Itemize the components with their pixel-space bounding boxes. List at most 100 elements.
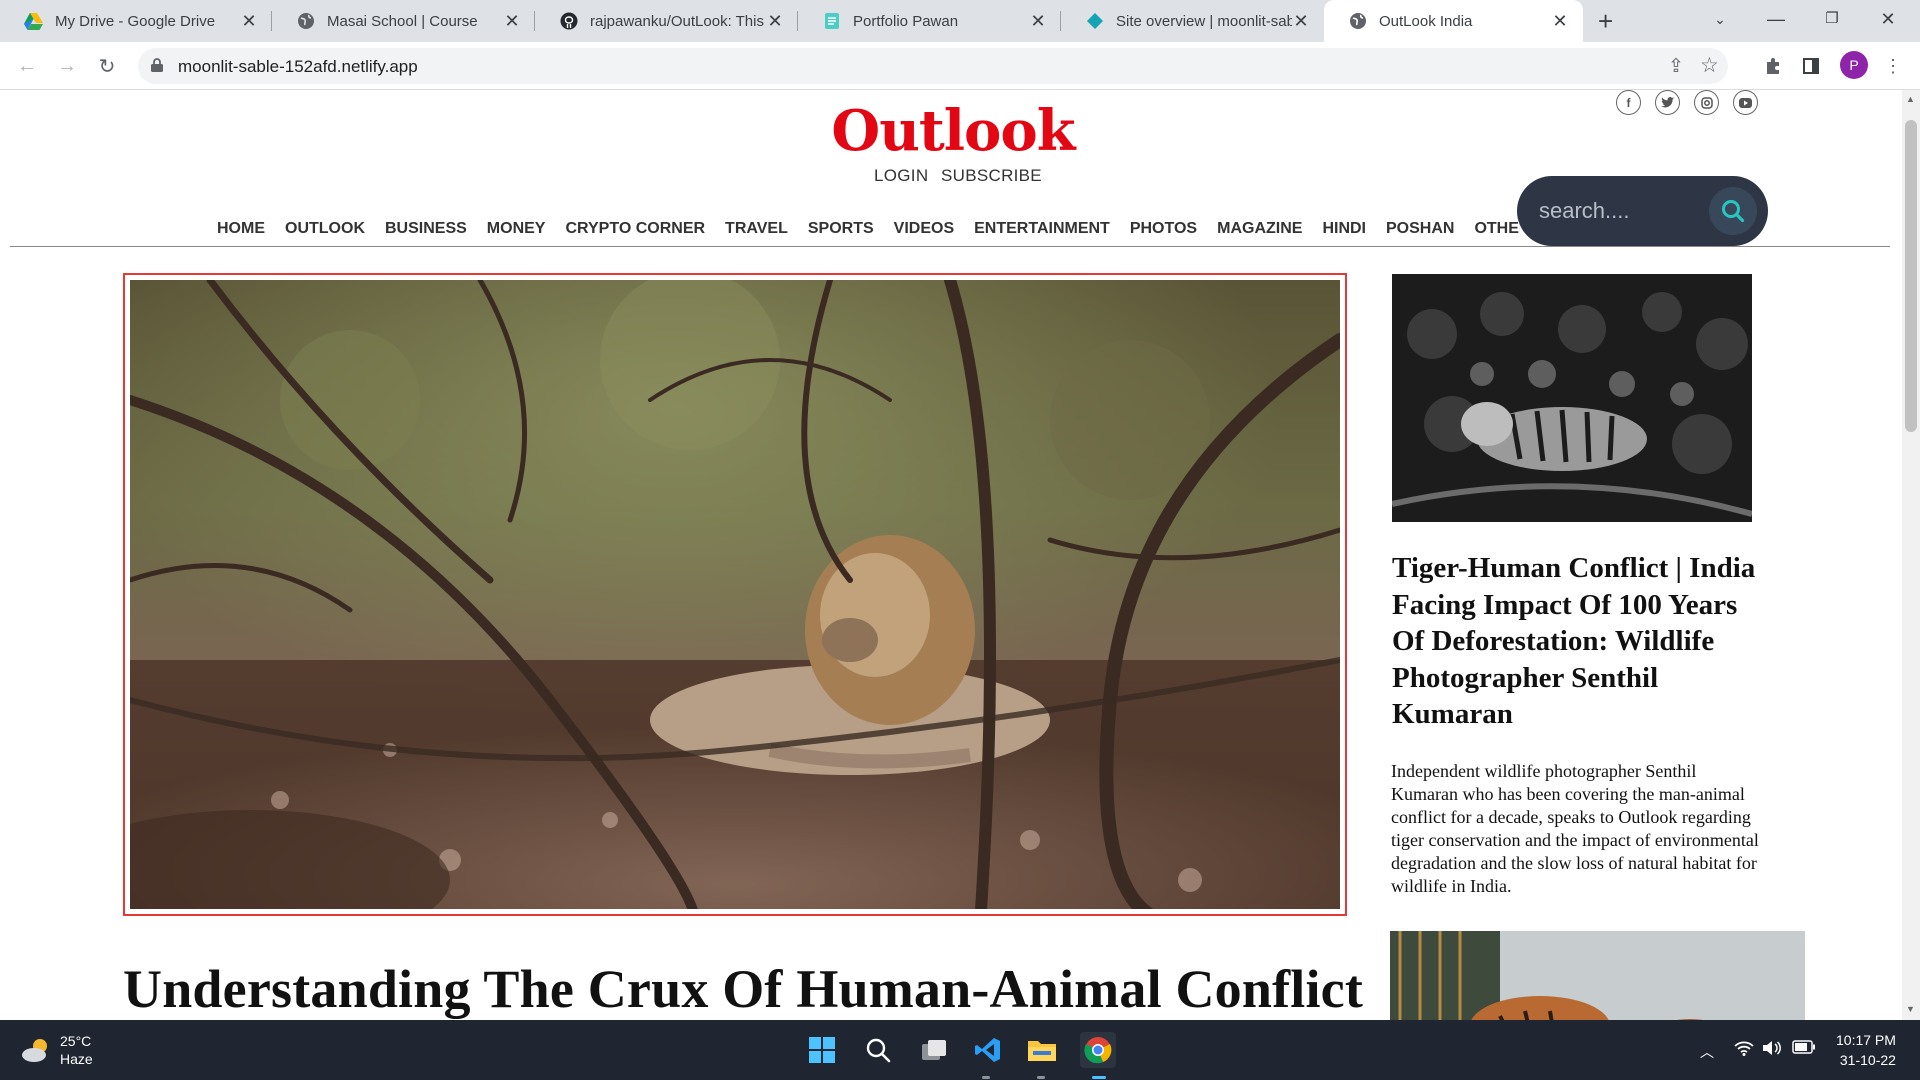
nav-divider: [10, 246, 1890, 247]
page-scrollbar[interactable]: ▲ ▼: [1902, 90, 1920, 1020]
clock-date: 31-10-22: [1839, 1052, 1896, 1068]
bookmark-star-icon[interactable]: ☆: [1700, 53, 1719, 78]
globe-icon: [1348, 12, 1367, 31]
new-tab-button[interactable]: +: [1598, 6, 1613, 37]
tiger-boat-photo[interactable]: [1390, 931, 1805, 1020]
task-view-icon[interactable]: [918, 1034, 950, 1066]
browser-tab-strip: My Drive - Google Drive ✕ Masai School |…: [0, 0, 1920, 42]
nav-outlook[interactable]: OUTLOOK: [285, 220, 365, 238]
profile-avatar[interactable]: P: [1840, 51, 1868, 79]
netlify-icon: [1085, 12, 1104, 31]
tab-masai-school[interactable]: Masai School | Course ✕: [272, 0, 535, 42]
search-input[interactable]: [1539, 194, 1709, 228]
nav-sports[interactable]: SPORTS: [808, 220, 874, 238]
instagram-icon[interactable]: [1694, 90, 1719, 115]
nav-others[interactable]: OTHERS: [1474, 220, 1520, 238]
web-page: Outlook LOGIN SUBSCRIBE f HOME OUTLOOK B…: [0, 90, 1902, 1020]
weather-condition: Haze: [60, 1051, 93, 1067]
nav-hindi[interactable]: HINDI: [1322, 220, 1366, 238]
active-app-indicator: [1092, 1076, 1106, 1079]
nav-business[interactable]: BUSINESS: [385, 220, 467, 238]
subscribe-link[interactable]: SUBSCRIBE: [941, 166, 1042, 186]
outlook-logo[interactable]: Outlook: [818, 98, 1088, 164]
scroll-down-arrow-icon[interactable]: ▼: [1906, 1004, 1915, 1014]
back-arrow-icon[interactable]: ←: [14, 53, 40, 79]
search-button[interactable]: [1709, 187, 1757, 235]
weather-haze-icon: [22, 1039, 47, 1062]
tab-netlify[interactable]: Site overview | moonlit-sab ✕: [1061, 0, 1324, 42]
facebook-icon[interactable]: f: [1616, 90, 1641, 115]
extensions-puzzle-icon[interactable]: [1760, 53, 1786, 79]
side-panel-icon[interactable]: [1798, 53, 1824, 79]
volume-icon[interactable]: [1762, 1040, 1782, 1061]
close-tab-icon[interactable]: ✕: [240, 11, 258, 32]
nav-entertainment[interactable]: ENTERTAINMENT: [974, 220, 1110, 238]
tab-title: rajpawanku/OutLook: This i: [590, 12, 766, 30]
nav-travel[interactable]: TRAVEL: [725, 220, 788, 238]
vscode-icon[interactable]: [972, 1034, 1004, 1066]
windows-start-icon[interactable]: [806, 1034, 838, 1066]
document-icon: [822, 12, 841, 31]
tiger-photo[interactable]: [1392, 274, 1752, 522]
nav-home[interactable]: HOME: [217, 220, 265, 238]
nav-poshan[interactable]: POSHAN: [1386, 220, 1454, 238]
address-bar[interactable]: moonlit-sable-152afd.netlify.app ⇪ ☆: [138, 48, 1728, 84]
nav-crypto-corner[interactable]: CRYPTO CORNER: [565, 220, 705, 238]
lion-photo[interactable]: [130, 280, 1340, 909]
search-box: [1517, 176, 1768, 246]
tab-title: OutLook India: [1379, 12, 1473, 30]
tab-portfolio[interactable]: Portfolio Pawan ✕: [798, 0, 1061, 42]
scroll-up-arrow-icon[interactable]: ▲: [1906, 94, 1915, 104]
close-tab-icon[interactable]: ✕: [766, 11, 784, 32]
search-icon: [1722, 200, 1745, 223]
wifi-icon[interactable]: [1734, 1040, 1754, 1061]
login-link[interactable]: LOGIN: [874, 166, 928, 186]
scrollbar-thumb[interactable]: [1905, 120, 1917, 432]
url-text: moonlit-sable-152afd.netlify.app: [178, 57, 418, 76]
minimize-button[interactable]: —: [1748, 0, 1804, 38]
close-tab-icon[interactable]: ✕: [503, 11, 521, 32]
lock-icon[interactable]: [150, 57, 164, 78]
close-tab-icon[interactable]: ✕: [1551, 11, 1569, 32]
weather-widget[interactable]: 25°C Haze: [20, 1032, 93, 1068]
chrome-icon[interactable]: [1080, 1032, 1116, 1068]
main-navigation: HOME OUTLOOK BUSINESS MONEY CRYPTO CORNE…: [200, 220, 1520, 244]
tab-github[interactable]: rajpawanku/OutLook: This i ✕: [535, 0, 798, 42]
browser-menu-icon[interactable]: ⋮: [1880, 53, 1906, 79]
taskbar-search-icon[interactable]: [862, 1034, 894, 1066]
nav-magazine[interactable]: MAGAZINE: [1217, 220, 1302, 238]
hero-image-frame[interactable]: [123, 273, 1347, 916]
browser-toolbar: ← → ↻ moonlit-sable-152afd.netlify.app ⇪…: [0, 42, 1920, 90]
windows-taskbar: 25°C Haze ︿ 10:17 PM 31-10-22: [0, 1020, 1920, 1080]
sidebar-article-title[interactable]: Tiger-Human Conflict | India Facing Impa…: [1392, 550, 1762, 733]
system-clock[interactable]: 10:17 PM 31-10-22: [1836, 1030, 1896, 1070]
main-headline[interactable]: Understanding The Crux Of Human-Animal C…: [123, 958, 1363, 1020]
github-icon: [559, 12, 578, 31]
forward-arrow-icon[interactable]: →: [54, 53, 80, 79]
youtube-icon[interactable]: [1733, 90, 1758, 115]
share-icon[interactable]: ⇪: [1668, 55, 1684, 78]
tab-outlook-india[interactable]: OutLook India ✕: [1324, 0, 1583, 42]
clock-time: 10:17 PM: [1836, 1032, 1896, 1048]
tab-google-drive[interactable]: My Drive - Google Drive ✕: [0, 0, 272, 42]
nav-photos[interactable]: PHOTOS: [1130, 220, 1197, 238]
nav-money[interactable]: MONEY: [487, 220, 546, 238]
nav-videos[interactable]: VIDEOS: [894, 220, 954, 238]
show-hidden-icons[interactable]: ︿: [1700, 1042, 1714, 1062]
battery-icon[interactable]: [1792, 1040, 1816, 1059]
twitter-icon[interactable]: [1655, 90, 1680, 115]
close-tab-icon[interactable]: ✕: [1292, 11, 1310, 32]
sidebar-article-summary: Independent wildlife photographer Senthi…: [1391, 761, 1759, 896]
tab-search-icon[interactable]: ⌄: [1692, 0, 1748, 38]
open-app-indicator: [1037, 1076, 1045, 1079]
tab-title: Portfolio Pawan: [853, 12, 959, 30]
tab-title: Site overview | moonlit-sab: [1116, 12, 1292, 30]
reload-icon[interactable]: ↻: [94, 53, 120, 79]
maximize-button[interactable]: ❐: [1804, 0, 1860, 38]
tab-title: My Drive - Google Drive: [55, 12, 216, 30]
close-tab-icon[interactable]: ✕: [1029, 11, 1047, 32]
close-window-button[interactable]: ✕: [1860, 0, 1916, 38]
open-app-indicator: [982, 1076, 990, 1079]
file-explorer-icon[interactable]: [1026, 1034, 1058, 1066]
google-drive-icon: [24, 12, 43, 31]
